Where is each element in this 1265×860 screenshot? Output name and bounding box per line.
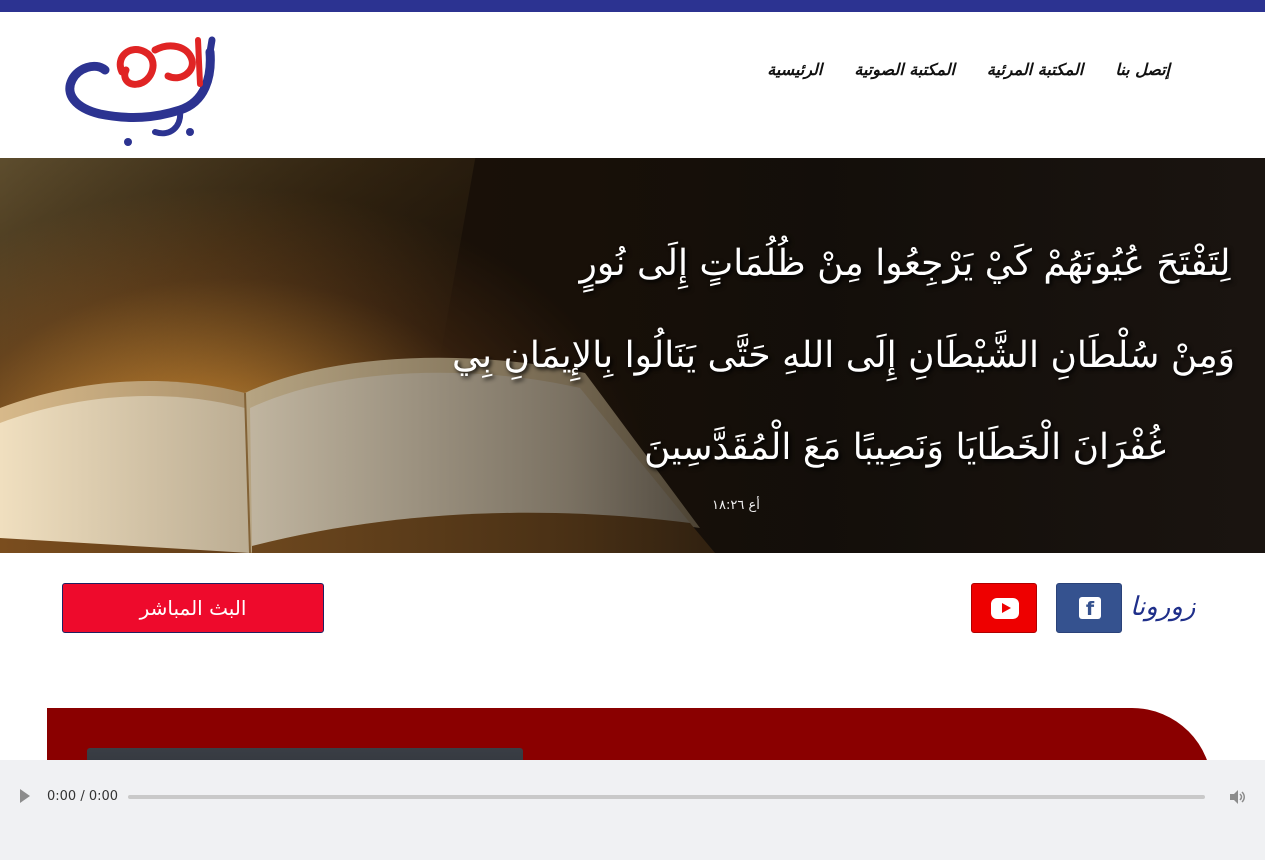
verse-reference: أع ١٨:٢٦ <box>712 498 760 513</box>
audio-progress-track[interactable] <box>128 795 1205 799</box>
youtube-icon <box>991 598 1019 619</box>
site-logo[interactable]: نجيب هاني <box>60 32 225 152</box>
bible-verse: لِتَفْتَحَ عُيُونَهُمْ كَيْ يَرْجِعُوا م… <box>451 218 1235 494</box>
live-stream-button[interactable]: البث المباشر <box>62 583 324 633</box>
nav-item-video-library[interactable]: المكتبة المرئية <box>987 60 1083 79</box>
facebook-icon: f <box>1079 597 1101 620</box>
follow-us-label: زورونا <box>1130 592 1196 622</box>
audio-time: 0:00 / 0:00 <box>47 789 119 804</box>
hero-banner: لِتَفْتَحَ عُيُونَهُمْ كَيْ يَرْجِعُوا م… <box>0 158 1265 553</box>
verse-line-2: وَمِنْ سُلْطَانِ الشَّيْطَانِ إِلَى الله… <box>451 335 1235 376</box>
youtube-button[interactable] <box>971 583 1037 633</box>
verse-line-1: لِتَفْتَحَ عُيُونَهُمْ كَيْ يَرْجِعُوا م… <box>579 243 1231 284</box>
main-nav: الرئيسية المكتبة الصوتية المكتبة المرئية… <box>767 60 1170 79</box>
audio-player: 0:00 / 0:00 <box>0 760 1265 860</box>
nav-item-home[interactable]: الرئيسية <box>767 60 822 79</box>
nav-item-audio-library[interactable]: المكتبة الصوتية <box>854 60 955 79</box>
site-header: نجيب هاني الرئيسية المكتبة الصوتية المكت… <box>0 12 1265 158</box>
nav-item-contact[interactable]: إتصل بنا <box>1115 60 1170 79</box>
logo-calligraphy-icon <box>65 36 216 146</box>
facebook-button[interactable]: f <box>1056 583 1122 633</box>
speaker-icon <box>1230 790 1245 804</box>
volume-icon[interactable] <box>1228 788 1246 806</box>
verse-line-3: غُفْرَانَ الْخَطَايَا وَنَصِيبًا مَعَ ال… <box>644 427 1166 468</box>
top-accent-bar <box>0 0 1265 12</box>
play-icon[interactable] <box>20 789 30 803</box>
